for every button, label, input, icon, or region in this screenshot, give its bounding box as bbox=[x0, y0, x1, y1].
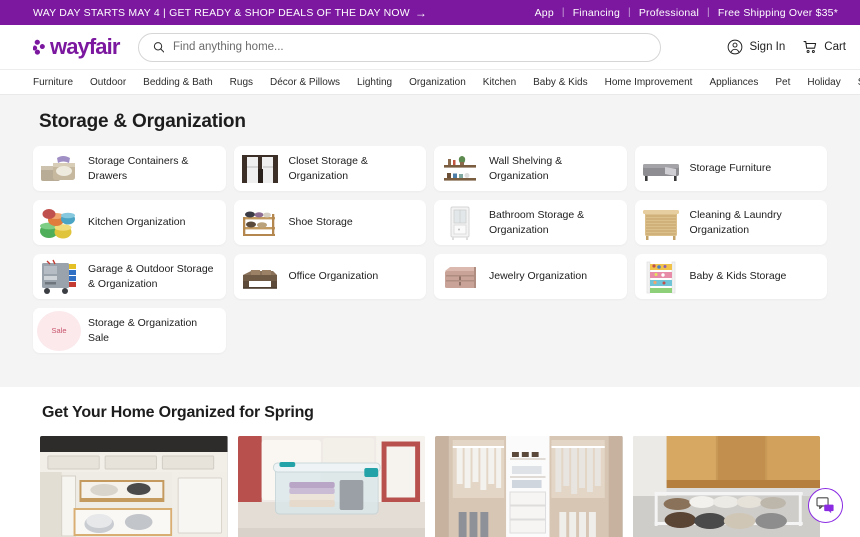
category-tile-label: Garage & Outdoor Storage & Organization bbox=[88, 263, 214, 290]
inspiration-photo-card[interactable] bbox=[435, 436, 623, 537]
clear-storage-bin-with-folded-linens-image bbox=[237, 436, 425, 537]
promo-link-financing[interactable]: Financing bbox=[565, 7, 628, 19]
category-tile-label: Storage & Organization Sale bbox=[88, 317, 198, 344]
category-tile-label: Kitchen Organization bbox=[88, 216, 186, 229]
category-tile-label: Storage Furniture bbox=[689, 162, 772, 175]
kids-toy-organizer-icon bbox=[639, 257, 683, 297]
catnav-item-holiday[interactable]: Holiday bbox=[807, 77, 840, 88]
cart-label: Cart bbox=[824, 41, 846, 53]
category-tile-grid: Storage Containers & Drawers Closet Stora… bbox=[33, 146, 827, 353]
wooden-desk-icon bbox=[238, 257, 282, 297]
category-tile[interactable]: Cleaning & Laundry Organization bbox=[634, 200, 827, 245]
inspiration-photo-card[interactable] bbox=[237, 436, 425, 537]
category-tile-label: Cleaning & Laundry Organization bbox=[689, 209, 782, 236]
category-tile-label: Shoe Storage bbox=[288, 216, 353, 229]
wall-shelves-icon bbox=[438, 149, 482, 189]
promo-link-professional[interactable]: Professional bbox=[631, 7, 707, 19]
promo-link-app[interactable]: App bbox=[527, 7, 562, 19]
promo-links: App | Financing | Professional | Free Sh… bbox=[527, 7, 846, 19]
chat-bubbles-icon bbox=[816, 497, 834, 514]
category-tile[interactable]: Storage Containers & Drawers bbox=[33, 146, 226, 191]
category-tile[interactable]: Garage & Outdoor Storage & Organization bbox=[33, 254, 226, 299]
storage-bench-icon bbox=[639, 149, 683, 189]
catnav-item-organization[interactable]: Organization bbox=[409, 77, 466, 88]
wicker-laundry-hamper-icon bbox=[639, 203, 683, 243]
catnav-item-home-improvement[interactable]: Home Improvement bbox=[605, 77, 693, 88]
category-nav: Furniture Outdoor Bedding & Bath Rugs Décor … bbox=[0, 70, 860, 95]
category-tile-label: Baby & Kids Storage bbox=[689, 270, 787, 283]
promo-bar: WAY DAY STARTS MAY 4 | GET READY & SHOP … bbox=[0, 0, 860, 25]
inspiration-section: Get Your Home Organized for Spring bbox=[0, 387, 860, 537]
category-tile[interactable]: Baby & Kids Storage bbox=[634, 254, 827, 299]
promo-deal-link[interactable]: WAY DAY STARTS MAY 4 | GET READY & SHOP … bbox=[33, 7, 427, 19]
category-tile-label: Jewelry Organization bbox=[489, 270, 588, 283]
white-shoe-rack-under-cabinets-image bbox=[632, 436, 820, 537]
category-tile-label: Closet Storage & Organization bbox=[288, 155, 368, 182]
header-actions: Sign In Cart bbox=[711, 39, 846, 55]
inspiration-photo-card[interactable] bbox=[40, 436, 228, 537]
category-tile[interactable]: Shoe Storage bbox=[233, 200, 426, 245]
chat-button[interactable] bbox=[808, 488, 843, 523]
jewelry-box-icon bbox=[438, 257, 482, 297]
sale-badge: Sale bbox=[37, 310, 81, 351]
promo-deal-text: WAY DAY STARTS MAY 4 | GET READY & SHOP … bbox=[33, 6, 410, 19]
category-tile[interactable]: Kitchen Organization bbox=[33, 200, 226, 245]
white-closet-organizer-with-hanging-clothes-image bbox=[435, 436, 623, 537]
category-tile-label: Bathroom Storage & Organization bbox=[489, 209, 585, 236]
category-tile[interactable]: Storage Furniture bbox=[634, 146, 827, 191]
main-content: Storage & Organization Storage Container… bbox=[0, 95, 860, 387]
catnav-item-baby-kids[interactable]: Baby & Kids bbox=[533, 77, 587, 88]
category-tile-label: Wall Shelving & Organization bbox=[489, 155, 563, 182]
page-title: Storage & Organization bbox=[39, 111, 246, 132]
cart-button[interactable]: Cart bbox=[802, 39, 846, 55]
sign-in-label: Sign In bbox=[749, 41, 786, 53]
catnav-item-rugs[interactable]: Rugs bbox=[230, 77, 253, 88]
wayfair-logo[interactable]: wayfair bbox=[33, 36, 120, 58]
wooden-shoe-rack-icon bbox=[238, 203, 282, 243]
kitchen-pullout-drawers-with-pots-image bbox=[40, 436, 228, 537]
garage-tool-cart-icon bbox=[37, 257, 81, 297]
catnav-item-outdoor[interactable]: Outdoor bbox=[90, 77, 126, 88]
inspiration-photo-row bbox=[33, 436, 827, 537]
user-circle-icon bbox=[728, 39, 743, 55]
sign-in-button[interactable]: Sign In bbox=[727, 39, 785, 55]
catnav-item-pet[interactable]: Pet bbox=[775, 77, 790, 88]
category-tile[interactable]: Wall Shelving & Organization bbox=[434, 146, 627, 191]
category-tile[interactable]: Jewelry Organization bbox=[434, 254, 627, 299]
wayfair-logo-text: wayfair bbox=[50, 34, 120, 59]
colored-canisters-icon bbox=[37, 203, 81, 243]
catnav-item-bedding-bath[interactable]: Bedding & Bath bbox=[143, 77, 213, 88]
promo-link-free-shipping[interactable]: Free Shipping Over $35* bbox=[710, 7, 846, 19]
sale-badge-icon: Sale bbox=[37, 310, 81, 351]
inspiration-title: Get Your Home Organized for Spring bbox=[42, 404, 314, 421]
inspiration-photo-card[interactable] bbox=[632, 436, 820, 537]
catnav-item-kitchen[interactable]: Kitchen bbox=[483, 77, 516, 88]
bath-cabinet-icon bbox=[438, 203, 482, 243]
category-tile[interactable]: Closet Storage & Organization bbox=[233, 146, 426, 191]
search-bar[interactable] bbox=[137, 32, 661, 62]
catnav-item-furniture[interactable]: Furniture bbox=[33, 77, 73, 88]
catnav-item-appliances[interactable]: Appliances bbox=[709, 77, 758, 88]
category-tile[interactable]: Sale Storage & Organization Sale bbox=[33, 308, 226, 353]
search-input[interactable] bbox=[173, 41, 646, 53]
category-tile-label: Storage Containers & Drawers bbox=[88, 155, 189, 182]
wayfair-logo-mark bbox=[33, 39, 45, 55]
category-tile[interactable]: Office Organization bbox=[233, 254, 426, 299]
category-tile[interactable]: Bathroom Storage & Organization bbox=[434, 200, 627, 245]
category-tile-label: Office Organization bbox=[288, 270, 379, 283]
catnav-item-d-cor-pillows[interactable]: Décor & Pillows bbox=[270, 77, 340, 88]
search-icon bbox=[153, 42, 164, 53]
closet-system-icon bbox=[238, 149, 282, 189]
catnav-item-lighting[interactable]: Lighting bbox=[357, 77, 392, 88]
shopping-cart-icon bbox=[803, 41, 817, 53]
site-header: wayfair Sign In Cart bbox=[0, 25, 860, 70]
arrow-right-icon: → bbox=[414, 5, 428, 20]
woven-basket-bins-icon bbox=[37, 149, 81, 189]
